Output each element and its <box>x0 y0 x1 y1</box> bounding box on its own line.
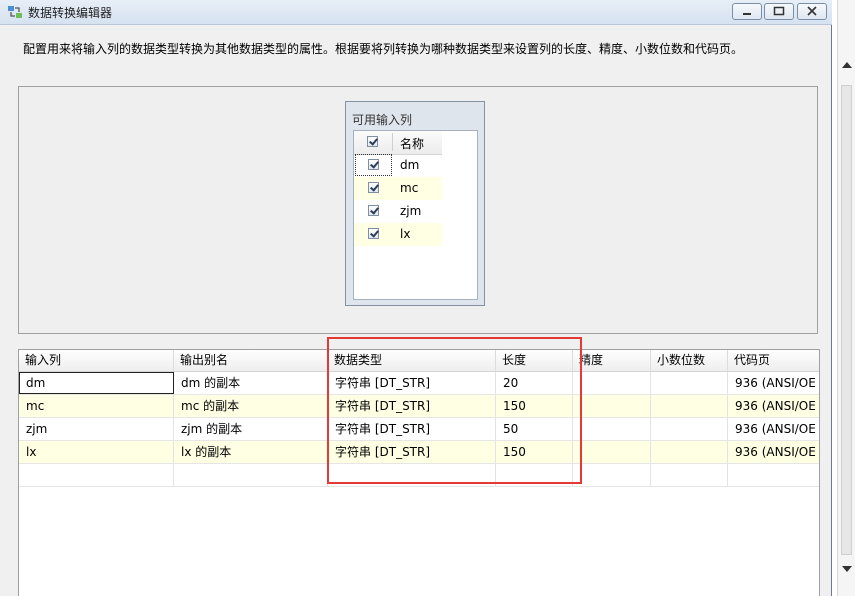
cell-input-column[interactable]: zjm <box>19 418 174 440</box>
title-bar: 数据转换编辑器 <box>0 0 832 25</box>
maximize-icon <box>773 6 785 16</box>
column-checkbox[interactable] <box>368 205 379 216</box>
background-scrollbar[interactable] <box>837 0 855 596</box>
cell-output-alias[interactable]: mc 的副本 <box>174 395 328 417</box>
maximize-button[interactable] <box>764 3 794 20</box>
cell-code-page[interactable]: 936 (ANSI/OE <box>728 418 819 440</box>
input-columns-list: 名称 dm mc zjm lx <box>353 130 478 300</box>
scroll-up-icon[interactable] <box>842 62 852 68</box>
column-checkbox[interactable] <box>368 159 379 170</box>
transform-icon <box>8 6 22 18</box>
cell-precision[interactable] <box>573 441 651 463</box>
cell-scale[interactable] <box>651 418 728 440</box>
dialog-window: 数据转换编辑器 配置用来将输入列的数据类型转换为其他数据类型的属性。根据要将列转… <box>0 0 832 596</box>
column-name: lx <box>400 227 411 241</box>
column-checkbox[interactable] <box>368 182 379 193</box>
column-name: zjm <box>400 204 422 218</box>
cell-code-page[interactable]: 936 (ANSI/OE <box>728 372 819 394</box>
select-all-checkbox[interactable] <box>367 136 378 147</box>
list-item[interactable]: mc <box>354 177 442 200</box>
description-text: 配置用来将输入列的数据类型转换为其他数据类型的属性。根据要将列转换为哪种数据类型… <box>23 42 744 56</box>
cell-precision[interactable] <box>573 418 651 440</box>
list-header: 名称 <box>354 131 442 155</box>
cell-code-page[interactable]: 936 (ANSI/OE <box>728 441 819 463</box>
cell-code-page[interactable]: 936 (ANSI/OE <box>728 395 819 417</box>
cell-scale[interactable] <box>651 395 728 417</box>
column-name: dm <box>400 158 420 172</box>
close-button[interactable] <box>797 3 827 20</box>
cell-input-column[interactable]: dm <box>19 372 174 394</box>
cell-input-column[interactable]: mc <box>19 395 174 417</box>
list-item[interactable]: lx <box>354 223 442 246</box>
header-name-label: 名称 <box>400 137 425 151</box>
cell-output-alias[interactable]: lx 的副本 <box>174 441 328 463</box>
cell-scale[interactable] <box>651 372 728 394</box>
header-code-page[interactable]: 代码页 <box>728 350 819 371</box>
scroll-thumb[interactable] <box>841 85 852 555</box>
column-name: mc <box>400 181 419 195</box>
cell-scale[interactable] <box>651 441 728 463</box>
header-output-alias[interactable]: 输出别名 <box>174 350 328 371</box>
list-item[interactable]: zjm <box>354 200 442 223</box>
close-icon <box>807 6 817 16</box>
list-item[interactable]: dm <box>354 154 442 177</box>
cell-output-alias[interactable]: dm 的副本 <box>174 372 328 394</box>
column-checkbox[interactable] <box>368 228 379 239</box>
cell-output-alias[interactable]: zjm 的副本 <box>174 418 328 440</box>
window-title: 数据转换编辑器 <box>28 6 113 20</box>
scroll-down-icon[interactable] <box>842 566 852 572</box>
available-input-columns-title: 可用输入列 <box>352 113 413 127</box>
header-input-column[interactable]: 输入列 <box>19 350 174 371</box>
minimize-button[interactable] <box>732 3 762 20</box>
cell-precision[interactable] <box>573 372 651 394</box>
available-input-columns-box: 可用输入列 名称 dm mc zjm lx <box>345 101 485 306</box>
highlight-annotation-box <box>327 337 582 484</box>
cell-precision[interactable] <box>573 395 651 417</box>
minimize-icon <box>743 13 751 15</box>
header-precision[interactable]: 精度 <box>573 350 651 371</box>
cell-input-column[interactable]: lx <box>19 441 174 463</box>
header-scale[interactable]: 小数位数 <box>651 350 728 371</box>
